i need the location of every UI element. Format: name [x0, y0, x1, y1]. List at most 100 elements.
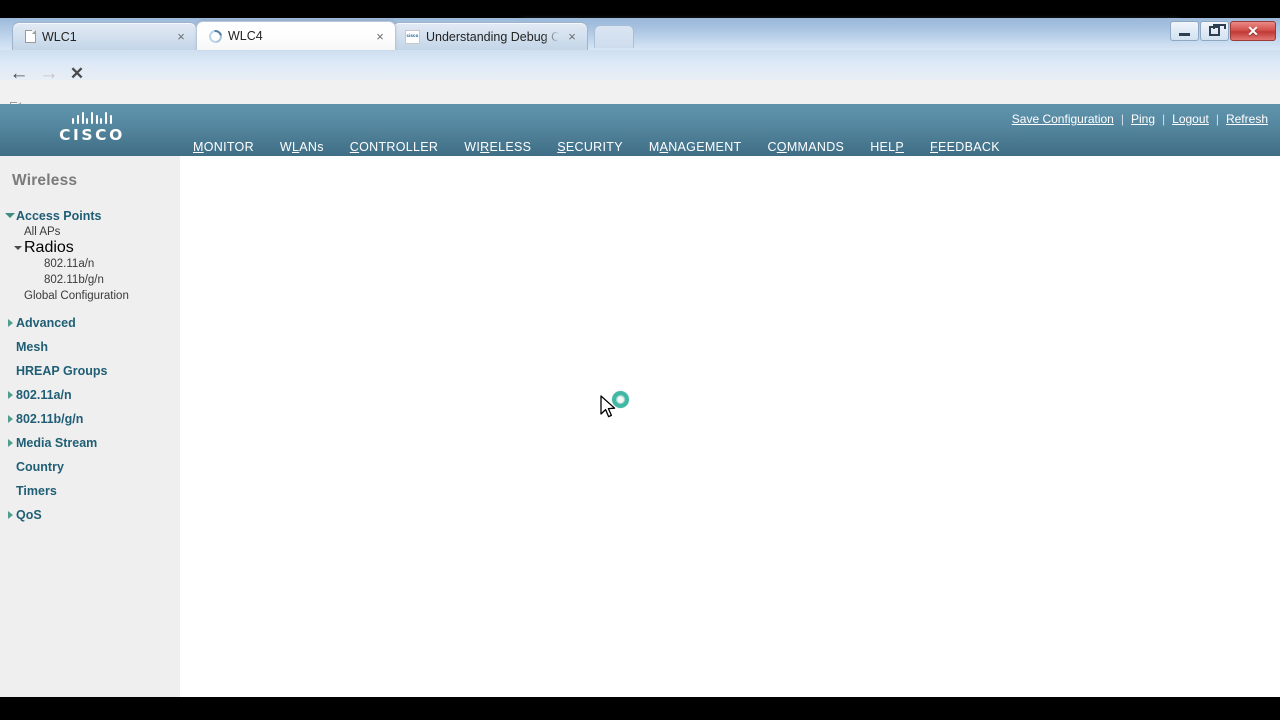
new-tab-button[interactable]: [594, 25, 634, 48]
sidebar-item-access-points[interactable]: Access Points: [0, 208, 180, 223]
sidebar-item-802-11b-g-n-root[interactable]: 802.11b/g/n: [0, 411, 180, 426]
forward-icon[interactable]: →: [36, 60, 62, 86]
sidebar-item-label: HREAP Groups: [16, 363, 108, 378]
sidebar-item-802-11a-n[interactable]: 802.11a/n: [0, 256, 180, 271]
chevron-right-icon[interactable]: [4, 438, 16, 447]
browser-chrome: WLC1 × WLC4 × cisco Understanding Debug …: [0, 18, 1280, 127]
stop-icon[interactable]: ✕: [64, 60, 90, 86]
wlc-main-nav: MONITOR WLANs CONTROLLER WIRELESS SECURI…: [180, 134, 1013, 164]
back-icon[interactable]: ←: [6, 60, 32, 86]
cisco-wordmark: CISCO: [59, 126, 125, 144]
nav-item-label: C: [349, 140, 360, 154]
chevron-right-icon[interactable]: [4, 318, 16, 327]
sidebar-item-qos[interactable]: QoS: [0, 507, 180, 522]
nav-item-help[interactable]: HELP: [857, 134, 917, 156]
browser-tab-wlc1[interactable]: WLC1 ×: [12, 22, 197, 50]
minimize-button[interactable]: [1170, 21, 1199, 41]
nav-item-label: O: [776, 140, 787, 154]
nav-item-feedback[interactable]: FEEDBACK: [917, 134, 1013, 156]
restore-button[interactable]: [1200, 21, 1229, 41]
sidebar-item-label: 802.11a/n: [16, 387, 72, 402]
sidebar-item-advanced[interactable]: Advanced: [0, 315, 180, 330]
nav-item-label: ONITOR: [203, 140, 254, 154]
web-page: CISCO Save Configuration | Ping | Logout…: [0, 104, 1280, 697]
sidebar-tree: Access Points All APs Radios 802.11a/n 8…: [0, 208, 180, 522]
close-icon: ✕: [1247, 23, 1259, 39]
save-configuration-link[interactable]: Save Configuration: [1012, 112, 1114, 126]
close-icon[interactable]: ×: [373, 30, 387, 43]
tab-title: WLC1: [42, 29, 77, 44]
chevron-down-icon[interactable]: [4, 213, 16, 218]
sidebar-item-mesh[interactable]: Mesh: [0, 339, 180, 354]
logout-link[interactable]: Logout: [1172, 112, 1209, 126]
nav-item-controller[interactable]: CONTROLLER: [337, 134, 451, 156]
close-icon[interactable]: ×: [565, 30, 579, 43]
sidebar-item-all-aps[interactable]: All APs: [0, 224, 180, 239]
nav-item-label: ONTROLLER: [359, 140, 439, 154]
chevron-down-icon[interactable]: [12, 245, 24, 250]
sidebar-item-label: 802.11a/n: [44, 257, 95, 270]
nav-item-label: EEDBACK: [937, 140, 1000, 154]
page-title: Wireless: [12, 172, 78, 189]
sidebar-item-802-11b-g-n[interactable]: 802.11b/g/n: [0, 272, 180, 287]
chevron-right-icon[interactable]: [4, 414, 16, 423]
browser-tab-wlc4[interactable]: WLC4 ×: [196, 21, 396, 50]
sidebar-item-global-configuration[interactable]: Global Configuration: [0, 288, 180, 303]
nav-item-label: HEL: [870, 140, 896, 154]
refresh-link[interactable]: Refresh: [1226, 112, 1268, 126]
sidebar-item-hreap-groups[interactable]: HREAP Groups: [0, 363, 180, 378]
separator: |: [1215, 112, 1219, 126]
wlc-top-links: Save Configuration | Ping | Logout | Ref…: [1012, 112, 1268, 126]
nav-item-management[interactable]: MANAGEMENT: [636, 134, 755, 156]
sidebar-item-label: Global Configuration: [24, 289, 129, 302]
nav-item-label: F: [930, 140, 938, 154]
nav-item-monitor[interactable]: MONITOR: [180, 134, 267, 156]
close-icon[interactable]: ×: [174, 30, 188, 43]
separator: |: [1162, 112, 1166, 126]
close-window-button[interactable]: ✕: [1230, 21, 1276, 41]
sidebar-item-802-11a-n-root[interactable]: 802.11a/n: [0, 387, 180, 402]
cisco-logo: CISCO: [52, 111, 132, 144]
sidebar-item-label: QoS: [16, 507, 42, 522]
ping-link[interactable]: Ping: [1131, 112, 1155, 126]
wlc-header: CISCO Save Configuration | Ping | Logout…: [0, 104, 1280, 164]
nav-item-label: S: [557, 140, 566, 154]
sidebar-item-label: Radios: [24, 238, 74, 256]
nav-item-label: MMANDS: [786, 140, 845, 154]
screen: WLC1 × WLC4 × cisco Understanding Debug …: [0, 0, 1280, 720]
tab-title: WLC4: [228, 29, 263, 43]
sidebar-item-label: 802.11b/g/n: [16, 411, 84, 426]
cisco-favicon-label: cisco: [406, 33, 419, 39]
sidebar-item-radios[interactable]: Radios: [0, 238, 180, 256]
nav-item-wlans[interactable]: WLANs: [267, 134, 337, 156]
minimize-icon: [1179, 33, 1190, 36]
window-controls: ✕: [1169, 21, 1276, 43]
sidebar-item-timers[interactable]: Timers: [0, 483, 180, 498]
browser-tab-understanding-debug[interactable]: cisco Understanding Debug Clie ×: [392, 22, 588, 50]
spinner-icon: [206, 26, 225, 46]
nav-item-security[interactable]: SECURITY: [544, 134, 636, 156]
sidebar-item-label: Country: [16, 459, 64, 474]
top-black-band: [0, 0, 1280, 18]
sidebar-item-media-stream[interactable]: Media Stream: [0, 435, 180, 450]
restore-icon: [1209, 24, 1226, 36]
nav-item-wireless[interactable]: WIRELESS: [451, 134, 544, 164]
sidebar-item-label: Media Stream: [16, 435, 98, 450]
nav-item-label: ANs: [299, 140, 324, 154]
cisco-logo-bars: [52, 111, 132, 124]
cisco-favicon: cisco: [405, 29, 420, 44]
chevron-right-icon[interactable]: [4, 390, 16, 399]
nav-item-label: W: [279, 140, 293, 154]
sidebar-item-country[interactable]: Country: [0, 459, 180, 474]
tab-strip: WLC1 × WLC4 × cisco Understanding Debug …: [0, 18, 1280, 50]
nav-item-commands[interactable]: COMMANDS: [754, 134, 857, 156]
chevron-right-icon[interactable]: [4, 510, 16, 519]
content-frame: [180, 156, 1280, 697]
navigation-toolbar: ← → ✕ ✕ https :// 10.10.111.20 /screens/…: [0, 50, 1280, 127]
tab-title: Understanding Debug Clie: [426, 29, 559, 44]
